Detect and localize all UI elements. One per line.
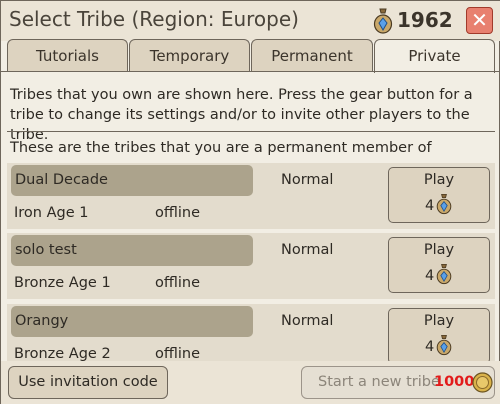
use-invitation-code-button[interactable]: Use invitation code [8,366,168,399]
footer-bar: Use invitation code Start a new tribe 10… [1,361,500,404]
tribe-status: offline [155,275,201,291]
tab-bar: Tutorials Temporary Permanent Private [1,39,500,73]
tab-temporary[interactable]: Temporary [129,39,250,71]
title-bar: Select Tribe (Region: Europe) 1962 ✕ [1,1,500,41]
play-button[interactable]: Play 4 [388,237,490,293]
start-new-tribe-button[interactable]: Start a new tribe 1000 [301,366,495,399]
tribe-row: Dual Decade Iron Age 1 offline Normal Pl… [7,163,495,229]
new-tribe-cost: 1000 [434,374,475,390]
gem-bag-icon [436,264,452,285]
tribe-row: Orangy Bronze Age 2 offline Normal Play … [7,304,495,361]
tribe-status: offline [155,205,201,221]
play-button[interactable]: Play 4 [388,167,490,223]
tab-private[interactable]: Private [374,39,495,73]
gem-bag-icon [436,194,452,215]
tribe-mode: Normal [281,172,334,188]
tribe-row: solo test Bronze Age 1 offline Normal Pl… [7,233,495,299]
play-label: Play [423,242,455,258]
intro-text: Tribes that you own are shown here. Pres… [10,87,473,143]
start-new-tribe-label: Start a new tribe [318,374,440,390]
tribe-name[interactable]: Orangy [11,306,253,337]
tribe-age: Iron Age 1 [14,205,89,221]
tribe-list[interactable]: Dual Decade Iron Age 1 offline Normal Pl… [1,163,500,361]
gold-coin-icon [472,372,493,393]
select-tribe-window: Select Tribe (Region: Europe) 1962 ✕ Tut… [0,0,500,404]
play-label: Play [423,172,455,188]
tribe-status: offline [155,346,201,361]
play-cost: 4 [425,268,435,284]
gem-bag-icon [373,8,393,34]
tribe-mode: Normal [281,313,334,329]
tribe-age: Bronze Age 2 [14,346,111,361]
play-cost: 4 [425,198,435,214]
gem-bag-icon [436,335,452,356]
section-title: These are the tribes that you are a perm… [10,140,432,156]
play-cost: 4 [425,339,435,355]
close-button[interactable]: ✕ [466,7,493,34]
play-label: Play [423,313,455,329]
tribe-name[interactable]: solo test [11,235,253,266]
tab-tutorials[interactable]: Tutorials [7,39,128,71]
tribe-mode: Normal [281,242,334,258]
tab-permanent[interactable]: Permanent [251,39,373,71]
tribe-name[interactable]: Dual Decade [11,165,253,196]
tribe-age: Bronze Age 1 [14,275,111,291]
play-button[interactable]: Play 4 [388,308,490,361]
section-divider [7,131,495,132]
close-icon: ✕ [471,8,488,32]
gem-balance: 1962 [397,8,453,32]
window-title: Select Tribe (Region: Europe) [9,7,299,31]
tab-divider [1,71,500,72]
